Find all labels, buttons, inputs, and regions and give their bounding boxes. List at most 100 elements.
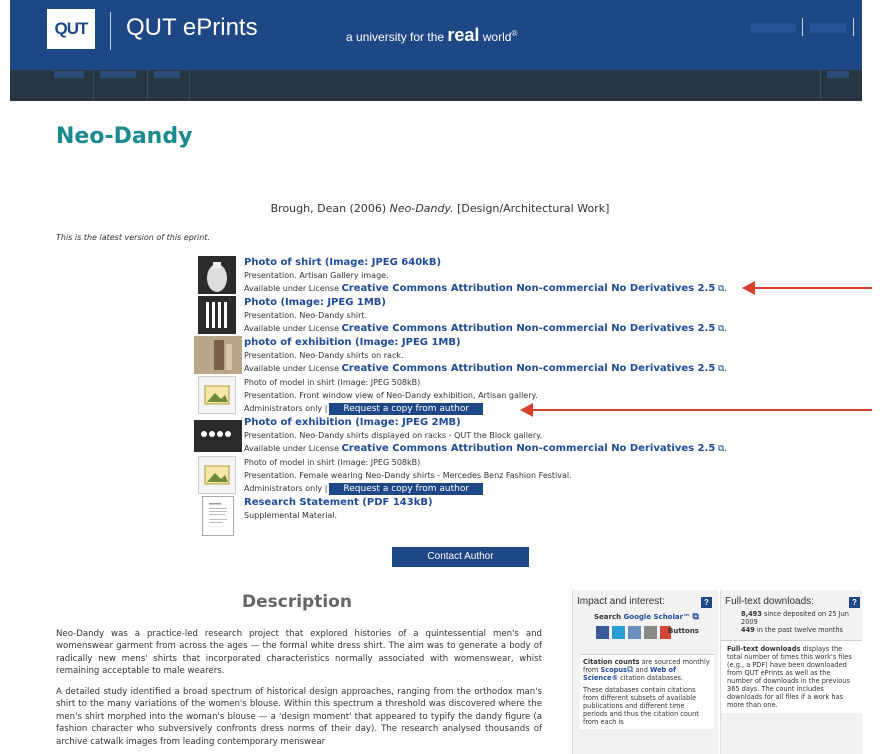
file-restricted-line: Administrators only | Request a copy from… — [244, 482, 754, 495]
header-link-divider-end — [853, 18, 854, 36]
delicious-icon[interactable] — [628, 626, 641, 639]
file-link[interactable]: Research Statement (PDF 143kB) — [244, 496, 754, 509]
main-nav — [10, 70, 862, 101]
restricted-label: Administrators only | — [244, 484, 328, 493]
file-item: Photo (Image: JPEG 1MB) Presentation. Ne… — [194, 296, 754, 336]
file-item: Photo of exhibition (Image: JPEG 2MB) Pr… — [194, 416, 754, 456]
download-total: 8,493 since deposited on 25 Jun 2009 — [741, 610, 854, 626]
file-description: Presentation. Female wearing Neo-Dandy s… — [244, 471, 572, 480]
file-license-line: Available under License Creative Commons… — [244, 363, 727, 374]
license-prefix: Available under License — [244, 324, 342, 333]
file-list: Photo of shirt (Image: JPEG 640kB) Prese… — [194, 256, 754, 536]
downloads-heading: Full-text downloads: — [725, 596, 814, 607]
downloads-info-label: Full-text downloads — [727, 645, 801, 653]
description-paragraph: Neo-Dandy was a practice-led research pr… — [56, 629, 542, 677]
download-recent-count: 449 — [741, 626, 755, 634]
file-thumbnail[interactable] — [198, 296, 236, 334]
file-thumbnail[interactable] — [194, 336, 242, 374]
header-divider — [110, 12, 111, 50]
file-link[interactable]: Photo of shirt (Image: JPEG 640kB) — [244, 256, 754, 269]
citation: Brough, Dean (2006) Neo-Dandy. [Design/A… — [0, 202, 880, 215]
file-description: Presentation. Neo-Dandy shirts displayed… — [244, 431, 543, 440]
annotation-arrow-request — [520, 403, 872, 417]
download-stats: 8,493 since deposited on 25 Jun 2009 449… — [721, 608, 862, 634]
nav-item-login[interactable] — [820, 70, 860, 101]
contact-author-button[interactable]: Contact Author — [392, 547, 529, 567]
tagline-pre: a university for the — [346, 30, 448, 44]
header-link-divider — [802, 18, 803, 36]
restricted-label: Administrators only | — [244, 404, 328, 413]
nav-item-2[interactable] — [94, 70, 148, 101]
license-link[interactable]: Creative Commons Attribution Non-commerc… — [341, 283, 715, 294]
tagline-mark: ® — [511, 29, 518, 38]
document-thumbnail[interactable] — [202, 496, 234, 536]
image-placeholder-icon — [198, 456, 236, 494]
download-recent-text: in the past twelve months — [754, 626, 843, 634]
citation-author: Brough, Dean (2006) — [270, 202, 390, 215]
site-title[interactable]: QUT ePrints — [126, 14, 258, 42]
help-icon[interactable]: ? — [849, 597, 860, 608]
tagline-real: real — [447, 25, 480, 45]
buttons-label: Buttons — [668, 627, 699, 635]
license-prefix: Available under License — [244, 284, 342, 293]
google-scholar-link[interactable]: Google Scholar™ — [624, 613, 691, 621]
downloads-info-text: displays the total number of times this … — [727, 645, 852, 709]
file-thumbnail[interactable] — [194, 420, 242, 452]
file-description: Supplemental Material. — [244, 511, 338, 520]
download-recent: 449 in the past twelve months — [741, 626, 854, 634]
file-license-line: Available under License Creative Commons… — [244, 323, 727, 334]
file-link[interactable]: photo of exhibition (Image: JPEG 1MB) — [244, 336, 754, 349]
facebook-icon[interactable] — [596, 626, 609, 639]
file-title-restricted: Photo of model in shirt (Image: JPEG 508… — [244, 378, 421, 387]
twitter-icon[interactable] — [612, 626, 625, 639]
file-item: Photo of shirt (Image: JPEG 640kB) Prese… — [194, 256, 754, 296]
scopus-link[interactable]: Scopus — [600, 666, 627, 674]
license-prefix: Available under License — [244, 444, 342, 453]
citation-type: [Design/Architectural Work] — [453, 202, 610, 215]
help-icon[interactable]: ? — [701, 597, 712, 608]
downloads-panel: Full-text downloads: ? 8,493 since depos… — [720, 590, 862, 754]
citation-counts-text: Citation counts are sourced monthly from… — [583, 658, 711, 682]
request-copy-button[interactable]: Request a copy from author — [329, 402, 484, 415]
file-link[interactable]: Photo (Image: JPEG 1MB) — [244, 296, 754, 309]
tagline-post: world — [479, 30, 512, 44]
image-placeholder-icon — [198, 376, 236, 414]
file-link[interactable]: Photo of exhibition (Image: JPEG 2MB) — [244, 416, 754, 429]
impact-heading: Impact and interest: — [577, 596, 665, 607]
header-link-2[interactable] — [810, 23, 846, 33]
download-total-count: 8,493 — [741, 610, 762, 618]
license-prefix: Available under License — [244, 364, 342, 373]
description-paragraph: A detailed study identified a broad spec… — [56, 687, 542, 747]
site-header: QUT QUT ePrints a university for the rea… — [10, 0, 862, 70]
page-title: Neo-Dandy — [56, 124, 193, 149]
license-link[interactable]: Creative Commons Attribution Non-commerc… — [341, 443, 715, 454]
file-thumbnail[interactable] — [198, 256, 236, 294]
file-license-line: Available under License Creative Commons… — [244, 443, 727, 454]
search-prefix: Search — [594, 613, 624, 621]
description-heading: Description — [242, 592, 352, 612]
file-item: Research Statement (PDF 143kB) Supplemen… — [194, 496, 754, 536]
license-link[interactable]: Creative Commons Attribution Non-commerc… — [341, 363, 715, 374]
citation-info: Citation counts are sourced monthly from… — [580, 654, 714, 729]
logo-text: QUT — [54, 19, 89, 38]
nav-item-3[interactable] — [148, 70, 190, 101]
databases-text: These databases contain citations from d… — [583, 686, 699, 726]
external-link-icon: ⧉ — [692, 612, 699, 622]
nav-item-1[interactable] — [48, 70, 94, 101]
file-description: Presentation. Neo-Dandy shirts on rack. — [244, 351, 404, 360]
license-link[interactable]: Creative Commons Attribution Non-commerc… — [341, 323, 715, 334]
file-description: Presentation. Front window view of Neo-D… — [244, 391, 538, 400]
google-scholar-search: Search Google Scholar™ ⧉ — [594, 612, 699, 622]
and-text: and — [633, 666, 651, 674]
file-description: Presentation. Artisan Gallery image. — [244, 271, 389, 280]
citation-counts-tail: citation databases. — [618, 674, 684, 682]
request-copy-button[interactable]: Request a copy from author — [329, 482, 484, 495]
header-link-1[interactable] — [750, 23, 796, 33]
email-icon[interactable] — [644, 626, 657, 639]
file-title-restricted: Photo of model in shirt (Image: JPEG 508… — [244, 458, 421, 467]
file-item: Photo of model in shirt (Image: JPEG 508… — [194, 456, 754, 496]
file-license-line: Available under License Creative Commons… — [244, 283, 727, 294]
qut-logo[interactable]: QUT — [47, 9, 95, 49]
file-description: Presentation. Neo-Dandy shirt. — [244, 311, 368, 320]
tagline: a university for the real world® — [346, 25, 517, 46]
